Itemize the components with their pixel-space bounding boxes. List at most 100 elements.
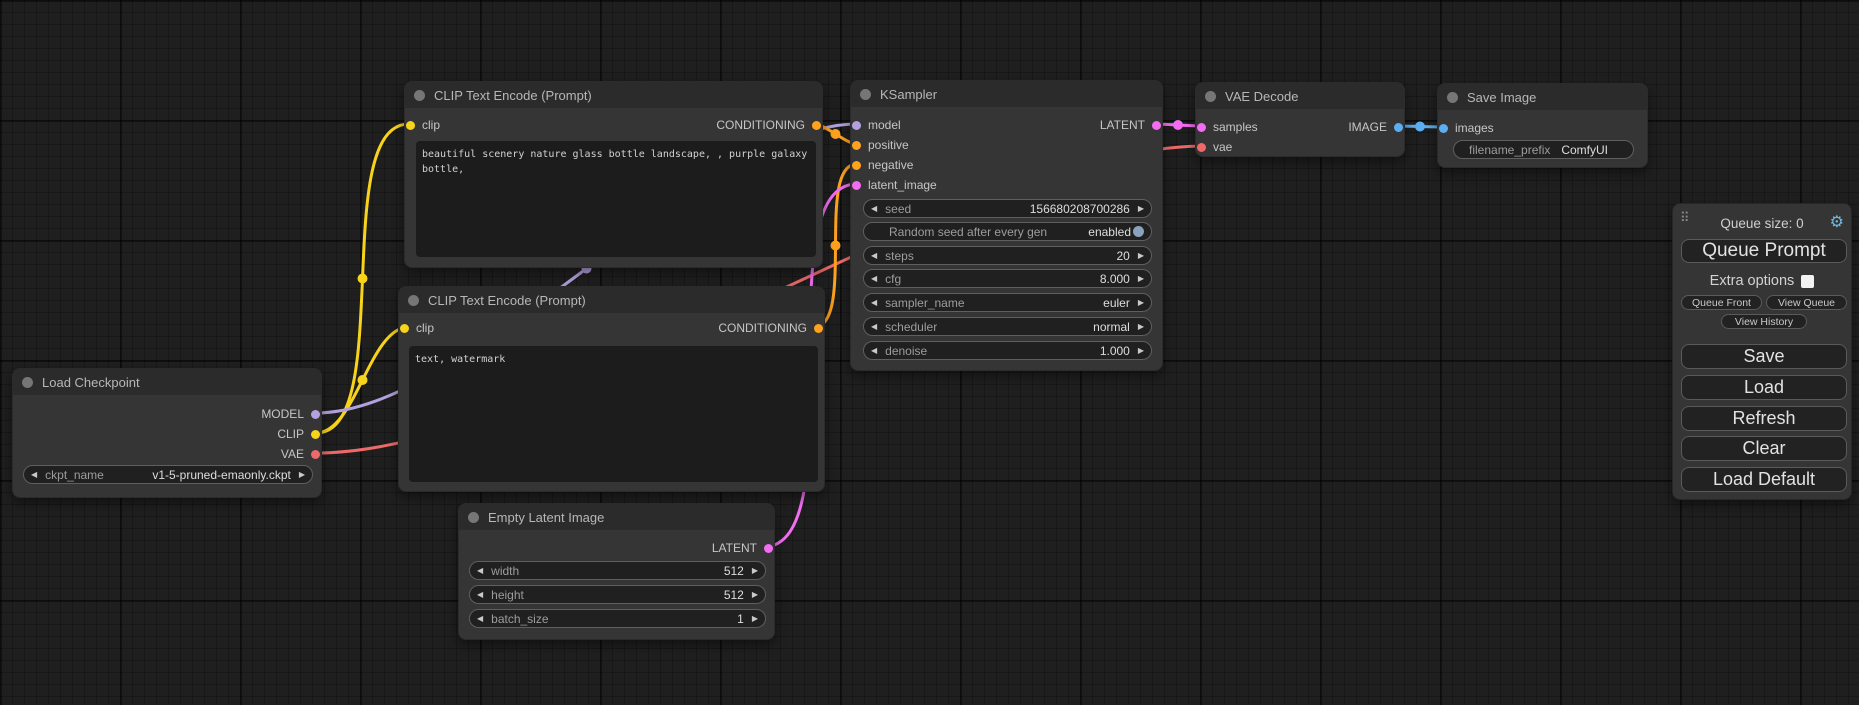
view-queue-button[interactable]: View Queue [1766,295,1847,310]
collapse-toggle[interactable] [468,512,479,523]
input-port-vae[interactable] [1197,143,1206,152]
input-port-model[interactable] [852,121,861,130]
link-dot [831,241,841,251]
node-clip-text-encode-positive[interactable]: CLIP Text Encode (Prompt) clip CONDITION… [404,81,823,268]
widget-value: 1 [737,612,744,626]
widget-seed[interactable]: ◀ seed 156680208700286 ▶ [863,199,1152,218]
node-title-bar: KSampler [851,81,1162,107]
input-port-latent-image[interactable] [852,181,861,190]
output-port-image[interactable] [1394,123,1403,132]
node-title: Empty Latent Image [488,510,604,525]
widget-filename-prefix[interactable]: filename_prefix ComfyUI [1453,140,1634,159]
output-port-conditioning[interactable] [812,121,821,130]
decrement-arrow-icon[interactable]: ◀ [477,567,483,575]
node-ksampler[interactable]: KSampler model positive negative latent_… [850,80,1163,371]
decrement-arrow-icon[interactable]: ◀ [477,615,483,623]
input-label: clip [422,118,440,132]
clear-button[interactable]: Clear [1681,436,1847,461]
decrement-arrow-icon[interactable]: ◀ [31,471,37,479]
decrement-arrow-icon[interactable]: ◀ [871,323,877,331]
decrement-arrow-icon[interactable]: ◀ [871,347,877,355]
output-label: LATENT [712,541,757,555]
refresh-button[interactable]: Refresh [1681,406,1847,431]
input-port-negative[interactable] [852,161,861,170]
input-port-positive[interactable] [852,141,861,150]
output-port-conditioning[interactable] [814,324,823,333]
collapse-toggle[interactable] [860,89,871,100]
toggle-circle-icon[interactable] [1133,226,1144,237]
increment-arrow-icon[interactable]: ▶ [1138,323,1144,331]
widget-value: ComfyUI [1561,143,1608,157]
increment-arrow-icon[interactable]: ▶ [299,471,305,479]
decrement-arrow-icon[interactable]: ◀ [871,299,877,307]
widget-steps[interactable]: ◀ steps 20 ▶ [863,246,1152,265]
node-vae-decode[interactable]: VAE Decode samples vae IMAGE [1195,82,1405,157]
output-port-model[interactable] [311,410,320,419]
collapse-toggle[interactable] [414,90,425,101]
widget-height[interactable]: ◀ height 512 ▶ [469,585,766,604]
extra-options-checkbox[interactable] [1801,275,1814,288]
node-title: Save Image [1467,90,1536,105]
prompt-textarea[interactable]: text, watermark [409,346,818,482]
increment-arrow-icon[interactable]: ▶ [1138,205,1144,213]
node-title: Load Checkpoint [42,375,140,390]
increment-arrow-icon[interactable]: ▶ [1138,347,1144,355]
node-title-bar: CLIP Text Encode (Prompt) [405,82,822,108]
increment-arrow-icon[interactable]: ▶ [1138,252,1144,260]
widget-sampler-name[interactable]: ◀ sampler_name euler ▶ [863,293,1152,312]
node-empty-latent-image[interactable]: Empty Latent Image LATENT ◀ width 512 ▶ … [458,503,775,640]
load-button[interactable]: Load [1681,375,1847,400]
increment-arrow-icon[interactable]: ▶ [1138,299,1144,307]
output-port-vae[interactable] [311,450,320,459]
view-history-button[interactable]: View History [1721,314,1807,329]
queue-panel[interactable]: ⠿ Queue size: 0 ⚙ Queue Prompt Extra opt… [1672,203,1852,500]
widget-width[interactable]: ◀ width 512 ▶ [469,561,766,580]
input-port-samples[interactable] [1197,123,1206,132]
increment-arrow-icon[interactable]: ▶ [752,591,758,599]
widget-label: scheduler [885,320,937,334]
node-title: VAE Decode [1225,89,1298,104]
node-clip-text-encode-negative[interactable]: CLIP Text Encode (Prompt) clip CONDITION… [398,286,825,492]
widget-value: 156680208700286 [1030,202,1130,216]
input-port-images[interactable] [1439,124,1448,133]
increment-arrow-icon[interactable]: ▶ [752,567,758,575]
prompt-textarea[interactable]: beautiful scenery nature glass bottle la… [416,141,816,257]
widget-denoise[interactable]: ◀ denoise 1.000 ▶ [863,341,1152,360]
widget-value: 20 [1116,249,1129,263]
increment-arrow-icon[interactable]: ▶ [1138,275,1144,283]
save-button[interactable]: Save [1681,344,1847,369]
gear-icon[interactable]: ⚙ [1830,212,1844,232]
widget-scheduler[interactable]: ◀ scheduler normal ▶ [863,317,1152,336]
output-port-clip[interactable] [311,430,320,439]
collapse-toggle[interactable] [1205,91,1216,102]
decrement-arrow-icon[interactable]: ◀ [871,205,877,213]
node-title: KSampler [880,87,937,102]
output-port-latent[interactable] [1152,121,1161,130]
wire-clip-to-clip1 [316,124,409,433]
increment-arrow-icon[interactable]: ▶ [752,615,758,623]
widget-batch-size[interactable]: ◀ batch_size 1 ▶ [469,609,766,628]
widget-value: v1-5-pruned-emaonly.ckpt [152,468,291,482]
node-save-image[interactable]: Save Image images filename_prefix ComfyU… [1437,83,1648,168]
node-title-bar: Save Image [1438,84,1647,110]
widget-random-seed-toggle[interactable]: Random seed after every gen enabled [863,222,1152,241]
collapse-toggle[interactable] [1447,92,1458,103]
queue-prompt-button[interactable]: Queue Prompt [1681,239,1847,263]
node-load-checkpoint[interactable]: Load Checkpoint MODEL CLIP VAE ◀ ckpt_na… [12,368,322,498]
queue-size-label: Queue size: 0 [1673,216,1851,231]
decrement-arrow-icon[interactable]: ◀ [871,275,877,283]
widget-value: 512 [724,564,744,578]
output-port-latent[interactable] [764,544,773,553]
widget-value: 8.000 [1100,272,1130,286]
widget-cfg[interactable]: ◀ cfg 8.000 ▶ [863,269,1152,288]
input-port-clip[interactable] [400,324,409,333]
input-port-clip[interactable] [406,121,415,130]
collapse-toggle[interactable] [22,377,33,388]
decrement-arrow-icon[interactable]: ◀ [871,252,877,260]
queue-front-button[interactable]: Queue Front [1681,295,1762,310]
collapse-toggle[interactable] [408,295,419,306]
link-dot [1415,122,1425,132]
load-default-button[interactable]: Load Default [1681,467,1847,492]
decrement-arrow-icon[interactable]: ◀ [477,591,483,599]
widget-ckpt-name[interactable]: ◀ ckpt_name v1-5-pruned-emaonly.ckpt ▶ [23,465,313,484]
